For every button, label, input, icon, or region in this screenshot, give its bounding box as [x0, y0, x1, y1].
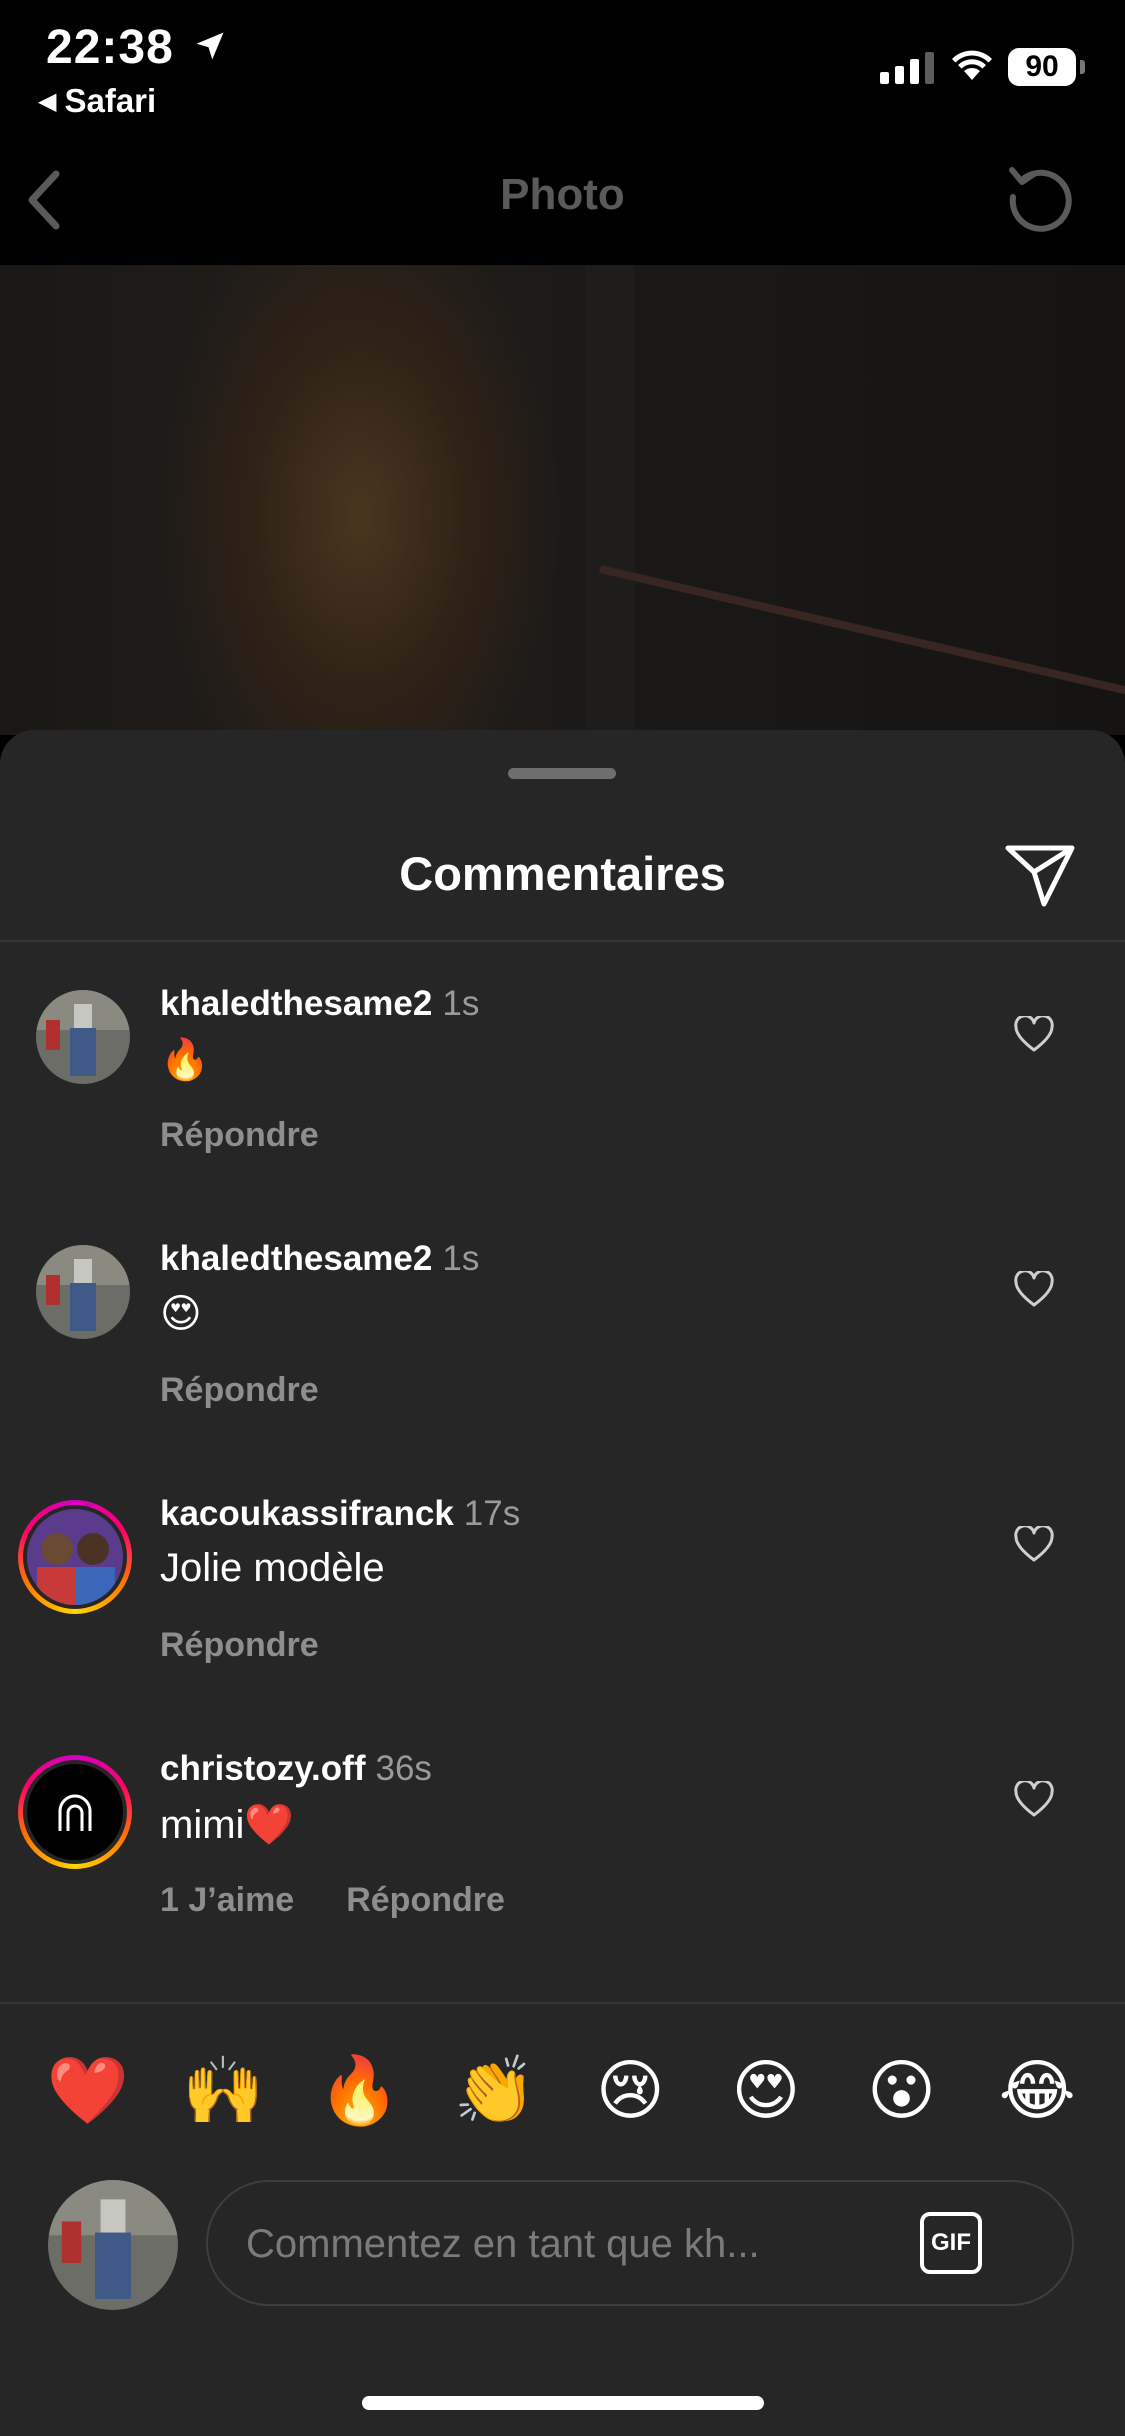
story-ring-avatar[interactable]	[18, 1500, 132, 1614]
avatar[interactable]	[36, 990, 130, 1084]
arch-logo-icon	[58, 1794, 92, 1831]
battery-nub	[1080, 60, 1085, 74]
paper-plane-icon[interactable]	[1004, 842, 1076, 908]
comment-username[interactable]: khaledthesame2 1s	[160, 984, 479, 1024]
emoji-cry-button[interactable]: 😢	[575, 2057, 685, 2123]
refresh-icon[interactable]	[1004, 160, 1078, 234]
username-text: kacoukassifranck	[160, 1494, 454, 1533]
heart-outline-icon[interactable]	[1014, 1016, 1054, 1054]
comment-text: mimi❤️	[160, 1803, 295, 1847]
comment-text: 😍	[160, 1292, 202, 1336]
comment-username[interactable]: kacoukassifranck 17s	[160, 1494, 520, 1534]
page-title: Photo	[500, 170, 625, 219]
avatar-ring-gap	[23, 1760, 127, 1864]
battery-indicator: 90	[1008, 48, 1076, 86]
comment-item: christozy.off 36s mimi❤️ 1 J’aime Répondr…	[0, 1735, 1125, 1990]
sheet-title: Commentaires	[399, 847, 726, 900]
heart-outline-icon[interactable]	[1014, 1781, 1054, 1819]
gif-button[interactable]: GIF	[920, 2212, 982, 2274]
header-divider	[0, 940, 1125, 942]
home-indicator[interactable]	[362, 2396, 764, 2410]
composer-divider	[0, 2002, 1125, 2004]
back-triangle-icon: ◀	[38, 87, 57, 115]
comment-text: Jolie modèle	[160, 1546, 385, 1590]
wifi-icon	[952, 50, 992, 80]
status-bar: 22:38 ◀ Safari 90	[0, 0, 1125, 130]
emoji-surprised-button[interactable]: 😮	[847, 2057, 957, 2123]
comment-item: kacoukassifranck 17s Jolie modèle Répondr…	[0, 1480, 1125, 1735]
sheet-grabber[interactable]	[508, 768, 616, 779]
post-photo	[0, 265, 1125, 735]
reply-button[interactable]: Répondre	[346, 1881, 505, 1920]
my-avatar	[48, 2180, 178, 2310]
cellular-signal-icon	[880, 52, 934, 84]
emoji-raised-hands-button[interactable]: 🙌	[168, 2057, 278, 2123]
comment-item: khaledthesame2 1s 😍 Répondre	[0, 1225, 1125, 1480]
reply-button[interactable]: Répondre	[160, 1371, 319, 1410]
comment-item: khaledthesame2 1s 🔥 Répondre	[0, 970, 1125, 1225]
comment-username[interactable]: khaledthesame2 1s	[160, 1239, 479, 1279]
status-time: 22:38	[46, 21, 174, 74]
emoji-laughing-button[interactable]: 😂	[982, 2057, 1092, 2123]
photo-pillar	[585, 265, 635, 735]
emoji-quick-bar: ❤️ 🙌 🔥 👏 😢 😍 😮 😂	[0, 2050, 1125, 2130]
reply-button[interactable]: Répondre	[160, 1116, 319, 1155]
comment-time: 36s	[375, 1749, 432, 1788]
photo-rail	[599, 565, 1125, 713]
back-app-label: Safari	[64, 82, 157, 119]
username-text: khaledthesame2	[160, 1239, 433, 1278]
emoji-heart-eyes-button[interactable]: 😍	[711, 2057, 821, 2123]
comment-actions: Répondre	[160, 1371, 319, 1410]
comment-text: 🔥	[160, 1038, 210, 1082]
location-arrow-icon	[196, 32, 224, 60]
comment-actions: 1 J’aime Répondre	[160, 1881, 505, 1920]
comment-time: 1s	[442, 1239, 480, 1278]
comment-time: 1s	[442, 984, 480, 1023]
emoji-fire-button[interactable]: 🔥	[304, 2057, 414, 2123]
username-text: khaledthesame2	[160, 984, 433, 1023]
comment-actions: Répondre	[160, 1116, 319, 1155]
avatar	[27, 1764, 123, 1860]
navigation-bar: Photo	[0, 130, 1125, 265]
username-text: christozy.off	[160, 1749, 366, 1788]
comment-username[interactable]: christozy.off 36s	[160, 1749, 432, 1789]
avatar-ring-gap	[23, 1505, 127, 1609]
back-to-safari-link[interactable]: ◀ Safari	[38, 82, 156, 120]
story-ring-avatar[interactable]	[18, 1755, 132, 1869]
heart-outline-icon[interactable]	[1014, 1526, 1054, 1564]
avatar-photo	[48, 2180, 178, 2310]
likes-count[interactable]: 1 J’aime	[160, 1881, 294, 1920]
comment-actions: Répondre	[160, 1626, 319, 1665]
comment-input[interactable]	[244, 2182, 888, 2306]
avatar	[27, 1509, 123, 1605]
comment-time: 17s	[463, 1494, 521, 1533]
avatar-photo	[36, 990, 130, 1084]
avatar[interactable]	[36, 1245, 130, 1339]
heart-outline-icon[interactable]	[1014, 1271, 1054, 1309]
reply-button[interactable]: Répondre	[160, 1626, 319, 1665]
comment-composer: GIF	[206, 2180, 1074, 2306]
emoji-clap-button[interactable]: 👏	[440, 2057, 550, 2123]
emoji-heart-button[interactable]: ❤️	[33, 2057, 143, 2123]
avatar-photo	[27, 1509, 123, 1605]
avatar-photo	[36, 1245, 130, 1339]
